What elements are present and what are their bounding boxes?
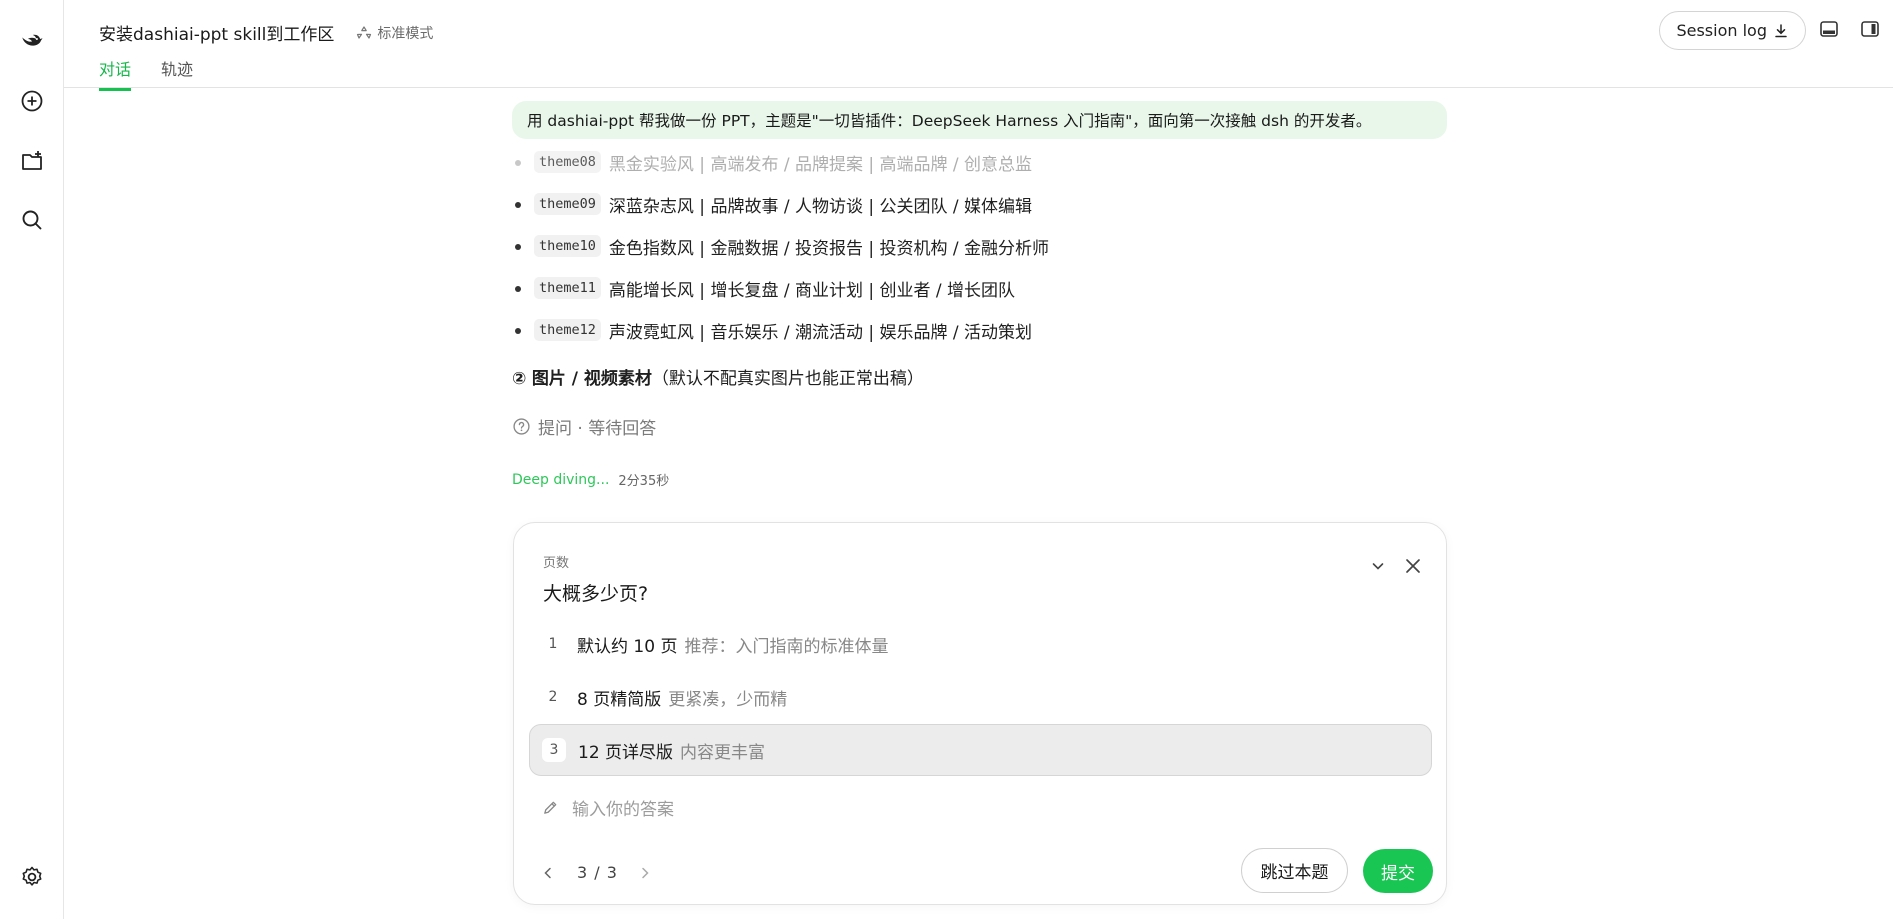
section-number: ② — [512, 369, 527, 389]
skip-button[interactable]: 跳过本题 — [1241, 848, 1348, 893]
ask-status-text: 提问 · 等待回答 — [538, 419, 657, 439]
section-note: （默认不配真实图片也能正常出稿） — [651, 369, 924, 389]
settings-icon[interactable] — [14, 859, 50, 895]
search-icon[interactable] — [14, 202, 50, 238]
chevron-right-icon[interactable] — [638, 866, 652, 880]
list-item: theme12 声波霓虹风 | 音乐娱乐 / 潮流活动 | 娱乐品牌 / 活动策… — [512, 309, 1447, 351]
header: 安装dashiai-ppt skill到工作区 标准模式 对话 轨迹 Sessi… — [64, 0, 1893, 91]
theme-description: 黑金实验风 | 高端发布 / 品牌提案 | 高端品牌 / 创意总监 — [608, 154, 1033, 175]
user-message: 用 dashiai-ppt 帮我做一份 PPT，主题是"一切皆插件：DeepSe… — [512, 101, 1447, 139]
session-log-label: Session log — [1676, 21, 1767, 40]
option-title: 默认约 10 页 — [577, 636, 678, 657]
question-text: 大概多少页? — [543, 583, 649, 605]
mode-indicator[interactable]: 标准模式 — [356, 23, 433, 43]
option-hint: 更紧凑，少而精 — [668, 689, 788, 710]
question-pager: 3 / 3 — [541, 863, 652, 882]
option-hint: 推荐：入门指南的标准体量 — [684, 636, 889, 657]
option-item[interactable]: 1 默认约 10 页 推荐：入门指南的标准体量 — [529, 618, 1432, 670]
option-number: 1 — [548, 636, 558, 652]
section-title: 图片 / 视频素材 — [531, 369, 652, 389]
theme-description: 深蓝杂志风 | 品牌故事 / 人物访谈 | 公关团队 / 媒体编辑 — [608, 196, 1033, 217]
recycle-icon — [357, 25, 372, 39]
thinking-indicator: Deep diving... 2分35秒 — [512, 470, 670, 490]
download-icon — [1775, 23, 1787, 37]
collapse-chevron-icon[interactable] — [1365, 553, 1391, 579]
tab-trace[interactable]: 轨迹 — [161, 56, 193, 91]
theme-list: theme08 黑金实验风 | 高端发布 / 品牌提案 | 高端品牌 / 创意总… — [512, 141, 1447, 351]
option-title: 8 页精简版 — [577, 689, 662, 710]
new-chat-icon[interactable] — [14, 83, 50, 119]
list-item: theme09 深蓝杂志风 | 品牌故事 / 人物访谈 | 公关团队 / 媒体编… — [512, 183, 1447, 225]
chevron-left-icon[interactable] — [541, 866, 555, 880]
bottom-panel-toggle-icon[interactable] — [1818, 18, 1842, 42]
tab-bar: 对话 轨迹 — [99, 56, 223, 91]
theme-code: theme12 — [534, 319, 601, 341]
option-number: 3 — [542, 738, 566, 762]
question-circle-icon — [513, 418, 530, 435]
pencil-icon — [544, 801, 557, 814]
list-item: theme08 黑金实验风 | 高端发布 / 品牌提案 | 高端品牌 / 创意总… — [512, 141, 1447, 183]
elapsed-time: 2分35秒 — [618, 474, 670, 489]
option-item[interactable]: 2 8 页精简版 更紧凑，少而精 — [529, 671, 1432, 723]
page-indicator: 3 / 3 — [577, 863, 618, 882]
option-title: 12 页详尽版 — [578, 742, 674, 763]
question-category: 页数 — [543, 556, 570, 571]
submit-button[interactable]: 提交 — [1363, 849, 1433, 893]
close-icon[interactable] — [1400, 553, 1426, 579]
deep-diving-label: Deep diving... — [512, 471, 610, 488]
theme-code: theme08 — [534, 151, 601, 173]
theme-code: theme11 — [534, 277, 601, 299]
option-number: 2 — [548, 689, 558, 705]
option-hint: 内容更丰富 — [680, 742, 766, 763]
add-folder-icon[interactable] — [14, 143, 50, 179]
page-title: 安装dashiai-ppt skill到工作区 — [99, 25, 335, 45]
theme-description: 高能增长风 | 增长复盘 / 商业计划 | 创业者 / 增长团队 — [608, 280, 1016, 301]
ask-status: 提问 · 等待回答 — [512, 414, 656, 439]
answer-placeholder: 输入你的答案 — [572, 800, 674, 820]
answer-input[interactable]: 输入你的答案 — [542, 795, 674, 820]
list-item: theme11 高能增长风 | 增长复盘 / 商业计划 | 创业者 / 增长团队 — [512, 267, 1447, 309]
question-card: 页数 大概多少页? 1 默认约 10 页 推荐：入门指南的标准体量 2 8 页精… — [513, 522, 1447, 905]
theme-description: 声波霓虹风 | 音乐娱乐 / 潮流活动 | 娱乐品牌 / 活动策划 — [608, 322, 1033, 343]
app-window: 安装dashiai-ppt skill到工作区 标准模式 对话 轨迹 Sessi… — [0, 0, 1893, 919]
whale-logo-icon[interactable] — [14, 21, 50, 57]
theme-code: theme10 — [534, 235, 601, 257]
option-item-selected[interactable]: 3 12 页详尽版 内容更丰富 — [529, 724, 1432, 776]
side-panel-toggle-icon[interactable] — [1859, 18, 1883, 42]
mode-label: 标准模式 — [377, 25, 434, 42]
tab-conversation[interactable]: 对话 — [99, 56, 132, 91]
theme-description: 金色指数风 | 金融数据 / 投资报告 | 投资机构 / 金融分析师 — [608, 238, 1050, 259]
session-log-button[interactable]: Session log — [1659, 11, 1806, 50]
list-item: theme10 金色指数风 | 金融数据 / 投资报告 | 投资机构 / 金融分… — [512, 225, 1447, 267]
theme-code: theme09 — [534, 193, 601, 215]
section-heading: ② 图片 / 视频素材（默认不配真实图片也能正常出稿） — [512, 364, 924, 389]
sidebar — [0, 0, 64, 919]
